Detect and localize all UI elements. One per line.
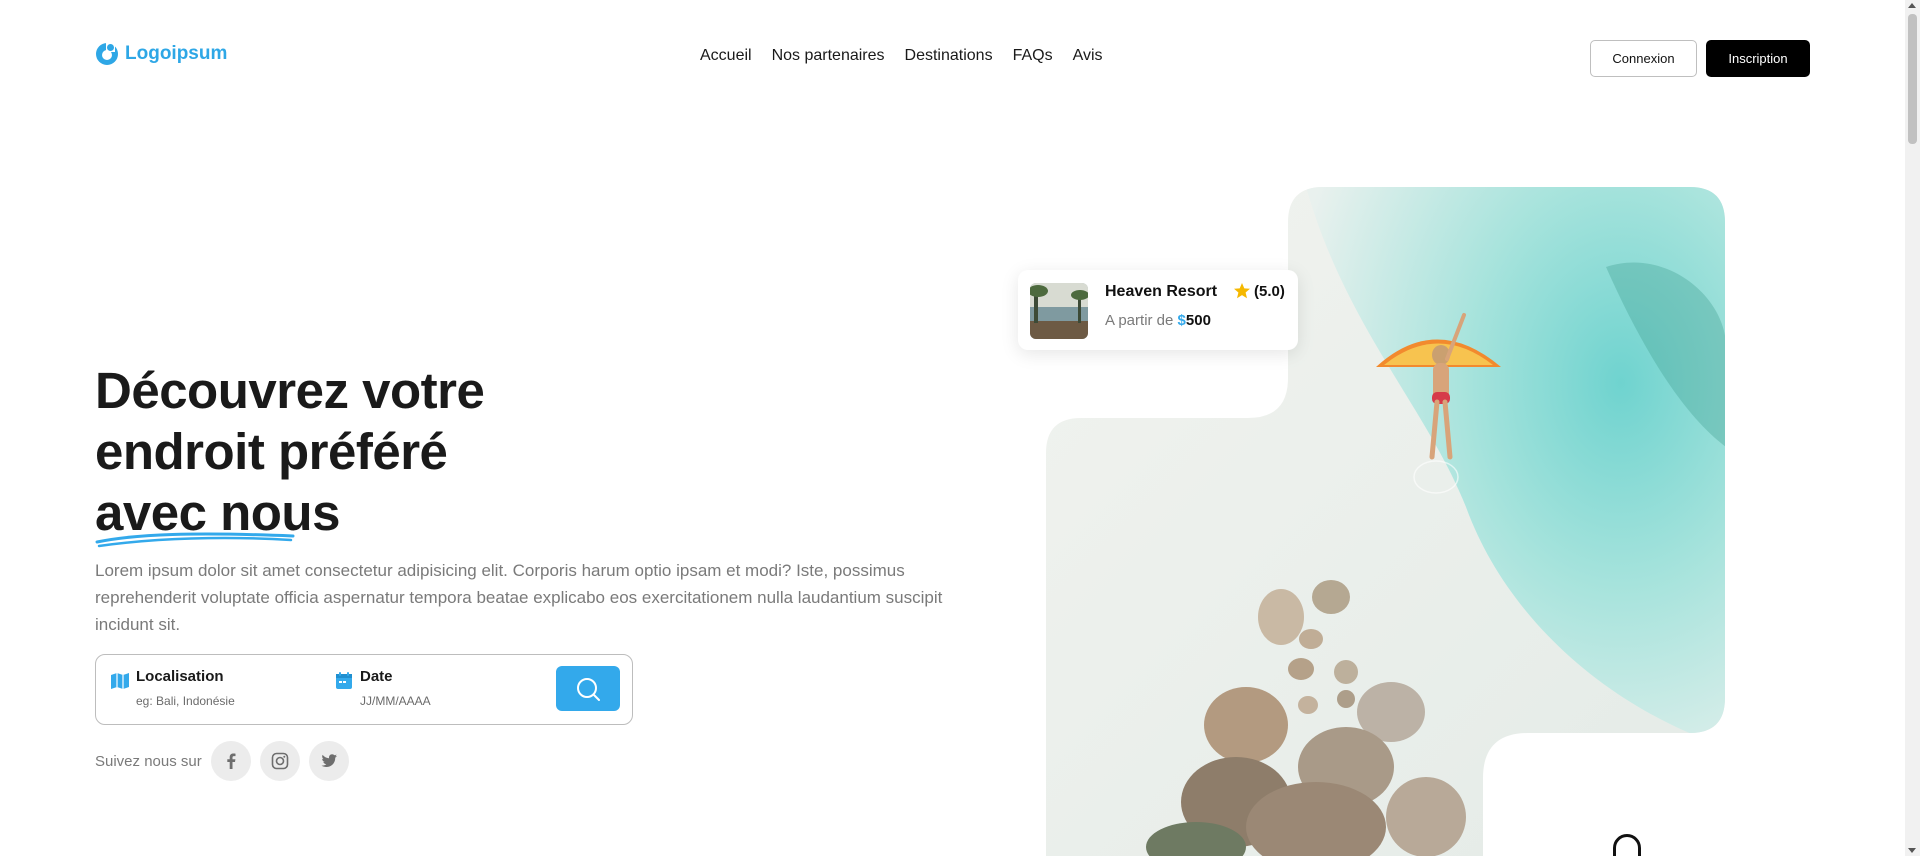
- resort-rating: (5.0): [1233, 282, 1285, 300]
- scroll-up-arrow-icon[interactable]: [1908, 3, 1916, 8]
- facebook-button[interactable]: [210, 741, 251, 781]
- rating-value: (5.0): [1254, 282, 1285, 300]
- site-header: Logoipsum Accueil Nos partenaires Destin…: [0, 0, 1905, 115]
- twitter-button[interactable]: [308, 741, 349, 781]
- date-input[interactable]: [360, 694, 530, 708]
- nav-item-avis[interactable]: Avis: [1073, 47, 1103, 65]
- logo-icon: [96, 43, 118, 65]
- social-label: Suivez nous sur: [95, 752, 202, 770]
- hero-title-line-2: endroit préféré: [95, 423, 448, 480]
- resort-price: A partir de $500: [1105, 312, 1211, 329]
- location-input[interactable]: [136, 694, 306, 708]
- nav-item-faqs[interactable]: FAQs: [1013, 47, 1053, 65]
- scroll-down-indicator[interactable]: [1613, 834, 1641, 856]
- price-currency: $: [1177, 312, 1186, 329]
- brand-logo[interactable]: Logoipsum: [95, 42, 227, 66]
- hero-title-line-1: Découvrez votre: [95, 362, 485, 419]
- location-label: Localisation: [136, 668, 224, 685]
- underlined-phrase: avec nous: [95, 482, 340, 548]
- resort-card[interactable]: Heaven Resort (5.0) A partir de $500: [1018, 270, 1298, 350]
- nav-item-accueil[interactable]: Accueil: [700, 47, 752, 65]
- nav-item-partenaires[interactable]: Nos partenaires: [772, 47, 885, 65]
- social-links: Suivez nous sur: [95, 741, 349, 781]
- facebook-icon: [227, 753, 236, 769]
- date-field[interactable]: Date: [334, 668, 534, 718]
- scrollbar-thumb[interactable]: [1908, 14, 1917, 144]
- search-button[interactable]: [556, 666, 620, 711]
- signup-button[interactable]: Inscription: [1706, 40, 1810, 77]
- main-nav: Accueil Nos partenaires Destinations FAQ…: [700, 47, 1103, 65]
- hero-description: Lorem ipsum dolor sit amet consectetur a…: [95, 561, 943, 634]
- page-scrollbar[interactable]: [1905, 0, 1920, 856]
- price-prefix: A partir de: [1105, 312, 1174, 329]
- search-bar: Localisation Date: [95, 654, 633, 725]
- resort-name: Heaven Resort: [1105, 283, 1218, 300]
- resort-thumbnail: [1030, 283, 1088, 339]
- search-icon: [577, 677, 600, 701]
- date-label: Date: [360, 668, 393, 685]
- twitter-icon: [321, 754, 337, 767]
- location-field[interactable]: Localisation: [110, 668, 310, 718]
- calendar-icon: [336, 672, 352, 689]
- hero-title: Découvrez votre endroit préféré avec nou…: [95, 360, 485, 548]
- brush-underline: [95, 532, 295, 548]
- star-icon: [1234, 283, 1250, 299]
- nav-item-destinations[interactable]: Destinations: [905, 47, 993, 65]
- map-icon: [111, 673, 129, 689]
- brand-name: Logoipsum: [125, 43, 228, 64]
- price-amount: 500: [1185, 312, 1211, 329]
- login-button[interactable]: Connexion: [1590, 40, 1697, 77]
- hero-title-line-3-wrap: avec nous: [95, 482, 484, 548]
- instagram-icon: [271, 752, 289, 770]
- instagram-button[interactable]: [259, 741, 300, 781]
- scroll-down-arrow-icon[interactable]: [1908, 848, 1916, 853]
